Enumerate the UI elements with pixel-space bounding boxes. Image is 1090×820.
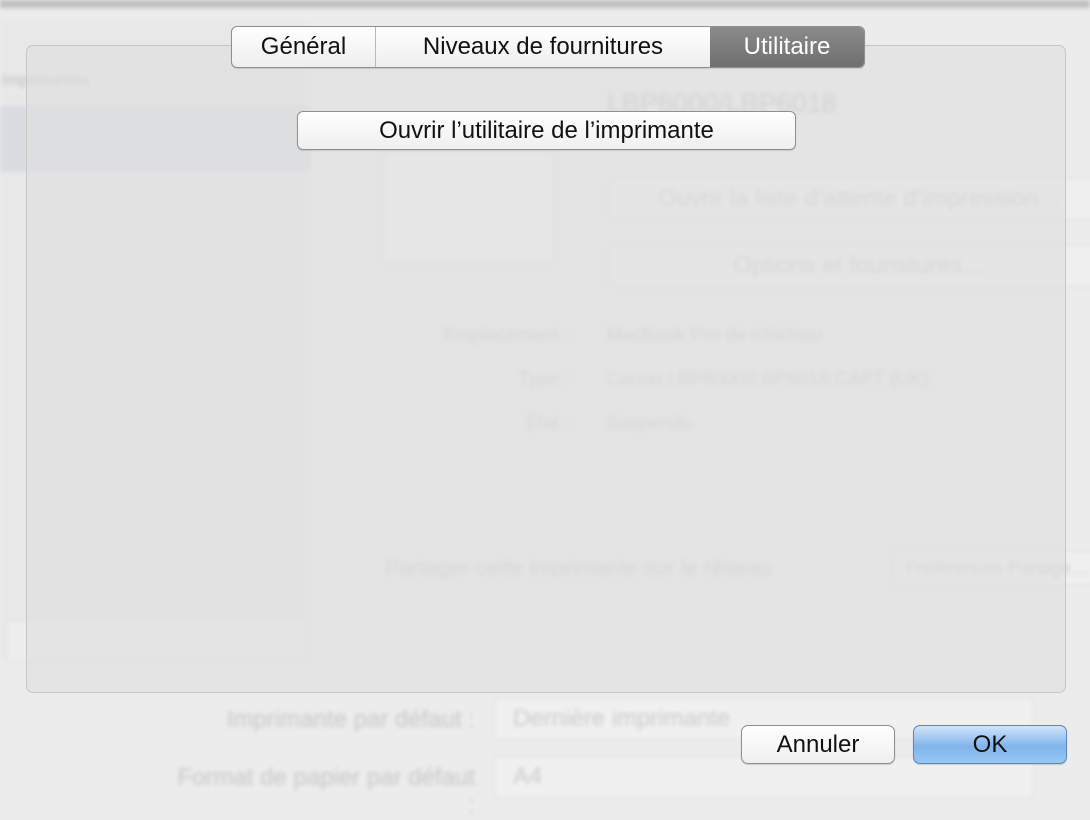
default-printer-label: Imprimante par défaut :	[226, 706, 475, 733]
tab-supply-levels[interactable]: Niveaux de fournitures	[376, 27, 710, 67]
open-printer-utility-button[interactable]: Ouvrir l’utilitaire de l’imprimante	[297, 111, 796, 150]
tab-general[interactable]: Général	[232, 27, 376, 67]
ok-button[interactable]: OK	[913, 725, 1067, 764]
cancel-button[interactable]: Annuler	[741, 725, 895, 764]
tab-utility[interactable]: Utilitaire	[710, 27, 864, 67]
background-titlebar	[0, 0, 1090, 8]
default-paper-label: Format de papier par défaut :	[177, 764, 475, 819]
tab-bar: Général Niveaux de fournitures Utilitair…	[231, 26, 865, 68]
